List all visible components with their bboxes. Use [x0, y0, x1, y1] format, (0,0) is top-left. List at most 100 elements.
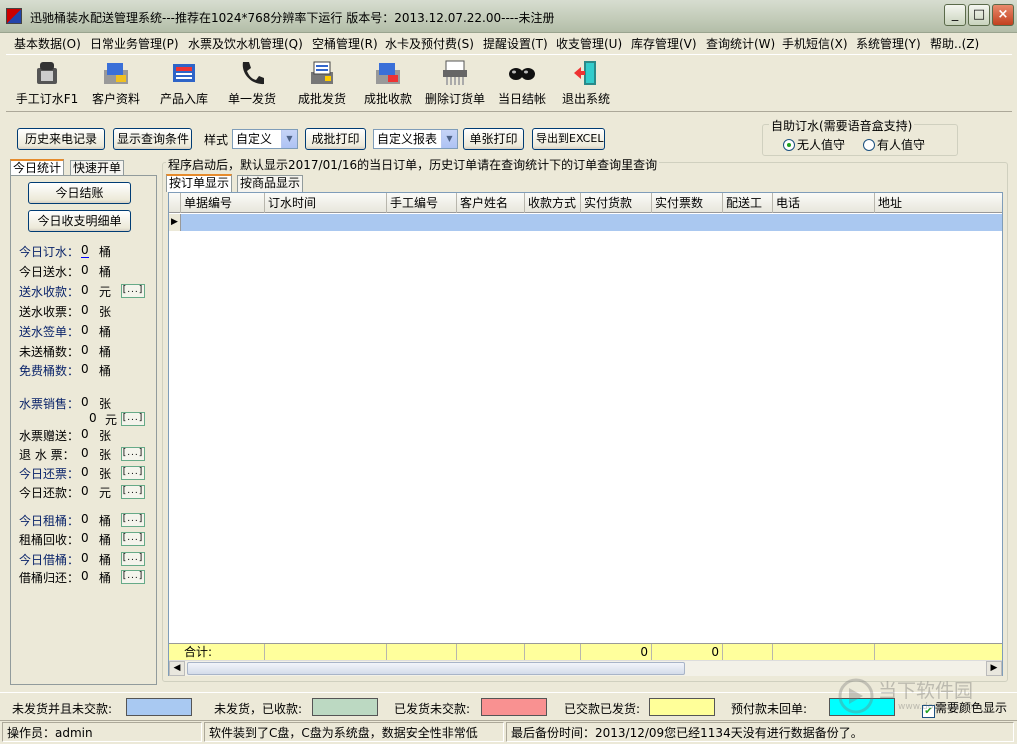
col-header[interactable]: 配送工 — [723, 193, 773, 213]
product-icon — [173, 64, 195, 82]
today-settle-button[interactable]: 今日结账 — [28, 182, 131, 204]
history-calls-button[interactable]: 历史来电记录 — [17, 128, 105, 150]
menu-sms[interactable]: 手机短信(X) — [782, 35, 848, 52]
stat-row: 今日还款： 0 元 — [19, 484, 112, 500]
batch-receive-button[interactable]: 成批收款 — [358, 58, 418, 110]
col-header[interactable]: 地址 — [875, 193, 1002, 213]
stat-row: 免费桶数： 0 桶 — [19, 362, 112, 378]
auto-order-title: 自助订水(需要语音盒支持) — [769, 117, 915, 134]
col-header[interactable]: 订水时间 — [265, 193, 387, 213]
delete-order-button[interactable]: 删除订货单 — [420, 58, 490, 110]
table-row[interactable] — [181, 214, 1002, 231]
detail-dots-button[interactable]: [...] — [121, 447, 145, 461]
detail-dots-button[interactable]: [...] — [121, 513, 145, 527]
batch-print-button[interactable]: 成批打印 — [305, 128, 366, 150]
col-header[interactable]: 单据编号 — [181, 193, 265, 213]
detail-dots-button[interactable]: [...] — [121, 412, 145, 426]
legend-swatch — [481, 698, 547, 716]
total-cell — [457, 644, 525, 661]
menu-help[interactable]: 帮助..(Z) — [930, 35, 979, 52]
menu-ticket-dispenser[interactable]: 水票及饮水机管理(Q) — [188, 35, 303, 52]
batch-ship-button[interactable]: 成批发货 — [290, 58, 354, 110]
menu-basic-data[interactable]: 基本数据(O) — [14, 35, 81, 52]
style-select[interactable]: 自定义 ▼ — [232, 129, 298, 149]
shredder-icon — [443, 60, 467, 85]
attended-radio[interactable]: 有人值守 — [863, 136, 925, 153]
glasses-icon — [509, 68, 535, 80]
stat-row: 未送桶数： 0 桶 — [19, 343, 112, 359]
menu-income-expense[interactable]: 收支管理(U) — [556, 35, 622, 52]
batch-ship-icon — [311, 61, 333, 84]
menu-empty-bucket[interactable]: 空桶管理(R) — [312, 35, 378, 52]
stat-row: 今日租桶： 0 桶 — [19, 512, 112, 528]
menu-query-stats[interactable]: 查询统计(W) — [706, 35, 775, 52]
menu-reminder[interactable]: 提醒设置(T) — [483, 35, 548, 52]
daily-settle-button[interactable]: 当日结帐 — [492, 58, 552, 110]
report-select-value: 自定义报表 — [377, 132, 438, 146]
single-ship-button[interactable]: 单一发货 — [222, 58, 282, 110]
horizontal-scrollbar[interactable]: ◀ ▶ — [169, 660, 1002, 676]
status-bar: 操作员：admin 软件装到了C盘，C盘为系统盘，数据安全性非常低 最后备份时间… — [0, 720, 1017, 744]
status-operator: 操作员：admin — [2, 722, 202, 742]
notice-text: 程序启动后，默认显示2017/01/16的当日订单，历史订单请在查询统计下的订单… — [166, 156, 660, 173]
minimize-button[interactable]: _ — [944, 4, 966, 26]
show-query-button[interactable]: 显示查询条件 — [113, 128, 192, 150]
toolbar: 手工订水F1 客户资料 产品入库 单一发货 成批发货 成批收款 删除订货单 当日… — [6, 54, 1012, 112]
grid-total-row: 合计: 0 0 — [169, 643, 1002, 661]
detail-dots-button[interactable]: [...] — [121, 466, 145, 480]
detail-dots-button[interactable]: [...] — [121, 552, 145, 566]
stat-row: 水票销售： 0 张 — [19, 395, 112, 411]
row-header-corner — [169, 193, 181, 213]
orders-grid[interactable]: 单据编号 订水时间 手工编号 客户姓名 收款方式 实付货款 实付票数 配送工 电… — [168, 192, 1003, 676]
stat-row: 今日借桶： 0 桶 — [19, 551, 112, 567]
scroll-left-icon[interactable]: ◀ — [169, 661, 185, 676]
total-cell — [265, 644, 387, 661]
exit-icon — [574, 61, 596, 85]
radio-off-icon — [863, 139, 875, 151]
detail-dots-button[interactable]: [...] — [121, 570, 145, 584]
single-print-button[interactable]: 单张打印 — [463, 128, 524, 150]
col-header[interactable]: 电话 — [773, 193, 875, 213]
auto-order-group: 自助订水(需要语音盒支持) 无人值守 有人值守 — [762, 117, 958, 156]
col-header[interactable]: 实付货款 — [581, 193, 652, 213]
detail-dots-button[interactable]: [...] — [121, 485, 145, 499]
today-detail-button[interactable]: 今日收支明细单 — [28, 210, 131, 232]
customer-info-button[interactable]: 客户资料 — [86, 58, 146, 110]
report-select[interactable]: 自定义报表 ▼ — [373, 129, 458, 149]
watermark: 当下软件园 www.downxia.com — [838, 676, 1013, 716]
today-stats-panel: 今日结账 今日收支明细单 今日订水： 0 桶 今日送水： 0 桶 送水收款： 0 元 [..… — [10, 175, 157, 685]
menu-daily-business[interactable]: 日常业务管理(P) — [90, 35, 179, 52]
stat-row: 租桶回收： 0 桶 — [19, 531, 112, 547]
exit-system-button[interactable]: 退出系统 — [554, 58, 618, 110]
stat-row: 水票赠送： 0 张 — [19, 427, 112, 443]
product-in-button[interactable]: 产品入库 — [154, 58, 214, 110]
scroll-right-icon[interactable]: ▶ — [986, 661, 1002, 676]
legend-label: 未发货，已收款: — [214, 702, 303, 716]
col-header[interactable]: 手工编号 — [387, 193, 457, 213]
radio-on-icon — [783, 139, 795, 151]
detail-dots-button[interactable]: [...] — [121, 284, 145, 298]
tab-by-order[interactable]: 按订单显示 — [166, 174, 233, 192]
maximize-button[interactable]: □ — [968, 4, 990, 26]
col-header[interactable]: 实付票数 — [652, 193, 723, 213]
unattended-radio[interactable]: 无人值守 — [783, 136, 845, 153]
menu-system[interactable]: 系统管理(Y) — [856, 35, 921, 52]
col-header[interactable]: 收款方式 — [525, 193, 581, 213]
col-header[interactable]: 客户姓名 — [457, 193, 525, 213]
total-cell — [723, 644, 773, 661]
total-tickets: 0 — [652, 644, 723, 661]
manual-order-button[interactable]: 手工订水F1 — [12, 58, 82, 110]
menu-card-prepaid[interactable]: 水卡及预付费(S) — [385, 35, 474, 52]
stat-row: 今日订水： 0 桶 — [19, 243, 112, 259]
legend-label: 预付款未回单: — [731, 702, 808, 716]
scroll-thumb[interactable] — [187, 662, 685, 675]
close-button[interactable]: × — [992, 4, 1014, 26]
export-excel-button[interactable]: 导出到EXCEL — [532, 128, 605, 150]
legend-label: 已发货未交款: — [394, 702, 471, 716]
customer-icon — [104, 63, 128, 84]
detail-dots-button[interactable]: [...] — [121, 532, 145, 546]
tab-by-product[interactable]: 按商品显示 — [237, 175, 304, 192]
style-label: 样式 — [204, 133, 229, 147]
status-install: 软件装到了C盘，C盘为系统盘，数据安全性非常低 — [204, 722, 504, 742]
menu-inventory[interactable]: 库存管理(V) — [631, 35, 697, 52]
